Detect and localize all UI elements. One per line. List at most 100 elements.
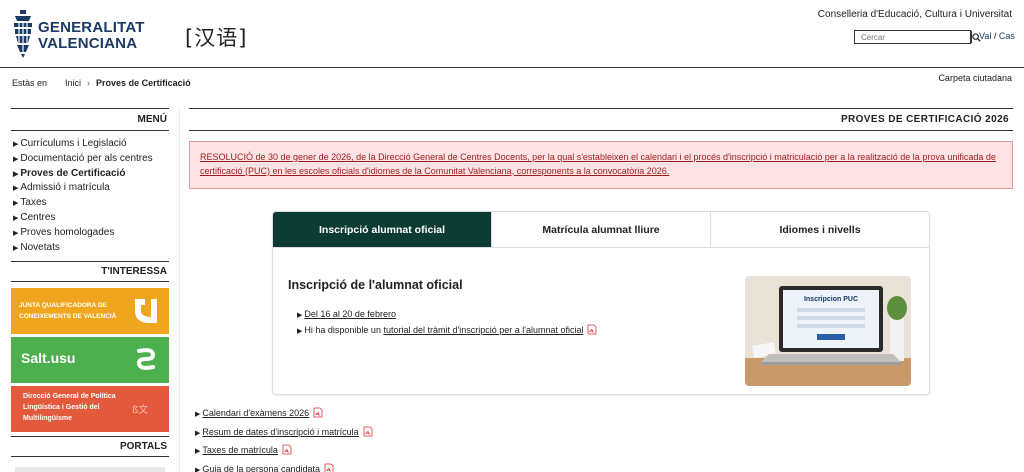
- sidebar-item-documentacio[interactable]: ▶ Documentació per als centres: [11, 152, 169, 167]
- list-item: ▶ Calendari d'exàmens 2026: [195, 405, 373, 424]
- sidebar-item-centres[interactable]: ▶ Centres: [11, 211, 169, 226]
- tutorial-link[interactable]: tutorial del tràmit d'inscripció per a l…: [383, 325, 583, 335]
- sidebar-item-label: Currículums i Legislació: [20, 138, 127, 149]
- banner-jqcv-text: JUNTA QUALIFICADORA DE CONEIXEMENTS DE V…: [19, 302, 117, 321]
- sidebar-item-label: Documentació per als centres: [20, 152, 153, 164]
- banner-saltusu-text: Salt.usu: [21, 350, 76, 367]
- list-item: ▶ Taxes de matrícula: [195, 442, 373, 461]
- pdf-icon: [588, 324, 597, 335]
- dates-link[interactable]: Del 16 al 20 de febrero: [304, 309, 396, 319]
- sidebar-item-label: Admissió i matrícula: [20, 182, 110, 194]
- jqcv-logo-icon: [135, 299, 157, 324]
- multilingual-glyphs-icon: ß文: [132, 403, 148, 416]
- site-header: GENERALITAT VALENCIANA [汉语] Conselleria …: [0, 0, 1024, 68]
- sidebar-item-label: Novetats: [20, 241, 60, 253]
- breadcrumb-home[interactable]: Inici: [65, 78, 81, 88]
- sidebar-item-label: Proves de Certificació: [20, 167, 126, 179]
- resum-dates-link[interactable]: Resum de dates d'inscripció i matrícula: [202, 427, 358, 437]
- document-links: ▶ Calendari d'exàmens 2026 ▶ Resum de date…: [195, 405, 373, 472]
- sidebar: MENÚ ▶ Currículums i Legislació ▶ Document…: [11, 108, 169, 472]
- triangle-bullet-icon: ▶: [297, 312, 303, 319]
- pdf-icon: [282, 444, 292, 455]
- triangle-bullet-icon: ▶: [13, 185, 19, 193]
- pdf-icon: [363, 426, 373, 436]
- triangle-bullet-icon: ▶: [13, 155, 19, 163]
- ministry-name[interactable]: Conselleria d'Educació, Cultura i Univer…: [818, 9, 1012, 20]
- portals-title: PORTALS: [11, 436, 169, 458]
- lang-separator: /: [991, 31, 999, 41]
- logo-line2: VALENCIANA: [38, 35, 138, 52]
- menu-list: ▶ Currículums i Legislació ▶ Documentació …: [11, 131, 169, 259]
- tab-bar: Inscripció alumnat oficial Matrícula alu…: [273, 212, 929, 248]
- saltusu-logo-icon: [136, 348, 156, 371]
- language-switcher: Val / Cas: [979, 31, 1015, 41]
- tab-list: ▶ Del 16 al 20 de febrero ▶ Hi ha disponib…: [297, 307, 597, 339]
- breadcrumb-separator: ›: [87, 78, 91, 88]
- menu-title: MENÚ: [11, 108, 169, 131]
- triangle-bullet-icon: ▶: [13, 244, 19, 252]
- triangle-bullet-icon: ▶: [297, 328, 303, 335]
- triangle-bullet-icon: ▶: [13, 200, 19, 208]
- search-input[interactable]: [855, 31, 971, 43]
- search-box: [854, 30, 981, 44]
- carpeta-ciutadana-link[interactable]: Carpeta ciutadana: [938, 73, 1012, 83]
- tab-content: Inscripció de l'alumnat oficial ▶ Del 16 …: [273, 248, 929, 394]
- page-title: PROVES DE CERTIFICACIÓ 2026: [189, 108, 1013, 131]
- list-item: ▶ Resum de dates d'inscripció i matrícula: [195, 424, 373, 443]
- triangle-bullet-icon: ▶: [13, 229, 19, 237]
- triangle-bullet-icon: ▶: [13, 141, 19, 148]
- breadcrumb-current: Proves de Certificació: [96, 78, 191, 88]
- resolution-alert: RESOLUCIÓ de 30 de gener de 2026, de la …: [189, 141, 1013, 189]
- taxes-matricula-link[interactable]: Taxes de matrícula: [202, 445, 278, 455]
- resolution-link[interactable]: RESOLUCIÓ de 30 de gener de 2026, de la …: [200, 152, 996, 176]
- interessa-title: T'INTERESSA: [11, 261, 169, 283]
- calendari-link[interactable]: Calendari d'exàmens 2026: [202, 408, 309, 418]
- tab-heading: Inscripció de l'alumnat oficial: [288, 278, 463, 292]
- triangle-bullet-icon: ▶: [195, 411, 201, 418]
- banner-politica-linguistica[interactable]: Direcció General de Política Lingüística…: [11, 386, 169, 433]
- svg-text:ß文: ß文: [132, 403, 148, 416]
- portal-thumbnail[interactable]: [15, 467, 165, 472]
- tab-inscripcio-oficial[interactable]: Inscripció alumnat oficial: [273, 212, 492, 247]
- breadcrumb: Estàs en Inici › Proves de Certificació: [12, 78, 191, 88]
- list-item: ▶ Hi ha disponible un tutorial del tràmit…: [297, 323, 597, 339]
- guia-candidata-link[interactable]: Guia de la persona candidata: [202, 464, 320, 472]
- tab-panel: Inscripció alumnat oficial Matrícula alu…: [272, 211, 930, 395]
- generalitat-logo[interactable]: GENERALITAT VALENCIANA: [12, 10, 152, 60]
- pdf-icon: [313, 407, 323, 418]
- list-item: ▶ Guia de la persona candidata: [195, 461, 373, 472]
- sidebar-item-admissio[interactable]: ▶ Admissió i matrícula: [11, 181, 169, 196]
- laptop-illustration: Inscripcion PUC: [745, 276, 911, 386]
- laptop-screen-title: Inscripcion PUC: [804, 296, 858, 303]
- triangle-bullet-icon: ▶: [195, 448, 201, 455]
- lang-cas-link[interactable]: Cas: [999, 31, 1015, 41]
- sidebar-item-label: Proves homologades: [20, 226, 115, 238]
- list-item: ▶ Del 16 al 20 de febrero: [297, 307, 597, 323]
- banner-jqcv[interactable]: JUNTA QUALIFICADORA DE CONEIXEMENTS DE V…: [11, 288, 169, 335]
- sidebar-item-novetats[interactable]: ▶ Novetats: [11, 241, 169, 256]
- logo-text: GENERALITAT VALENCIANA: [38, 20, 145, 52]
- main-content: PROVES DE CERTIFICACIÓ 2026 RESOLUCIÓ de…: [189, 108, 1013, 472]
- triangle-bullet-icon: ▶: [195, 429, 201, 437]
- lang-val-link[interactable]: Val: [979, 31, 991, 41]
- triangle-bullet-icon: ▶: [13, 214, 19, 222]
- sidebar-item-label: Centres: [20, 211, 56, 223]
- column-divider: [179, 108, 180, 472]
- pdf-icon: [324, 463, 334, 472]
- gva-logo-icon: [14, 10, 32, 58]
- triangle-bullet-icon: ▶: [195, 466, 201, 472]
- hanyu-logo[interactable]: [汉语]: [185, 22, 247, 52]
- banner-saltusu[interactable]: Salt.usu: [11, 337, 169, 384]
- triangle-bullet-icon: ▶: [13, 170, 19, 178]
- tab-matricula-lliure[interactable]: Matrícula alumnat lliure: [492, 212, 711, 247]
- logo-line1: GENERALITAT: [38, 19, 145, 36]
- banner-politica-text: Direcció General de Política Lingüística…: [23, 393, 116, 423]
- sidebar-item-taxes[interactable]: ▶ Taxes: [11, 196, 169, 211]
- sidebar-item-label: Taxes: [20, 197, 47, 209]
- sidebar-item-homologades[interactable]: ▶ Proves homologades: [11, 226, 169, 241]
- sidebar-item-curriculums[interactable]: ▶ Currículums i Legislació: [11, 137, 169, 152]
- sidebar-item-proves[interactable]: ▶ Proves de Certificació: [11, 167, 169, 182]
- tab-idiomes-nivells[interactable]: Idiomes i nivells: [711, 212, 929, 247]
- tutorial-prefix: Hi ha disponible un: [304, 325, 384, 335]
- breadcrumb-label: Estàs en: [12, 78, 48, 88]
